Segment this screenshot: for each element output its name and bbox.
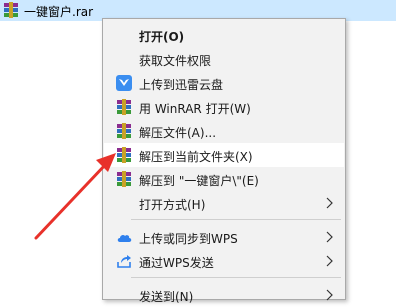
menu-item-extract-here[interactable]: 解压到当前文件夹(X) xyxy=(104,143,344,167)
chevron-right-icon xyxy=(326,289,333,301)
winrar-icon xyxy=(117,123,131,139)
menu-item-open-with[interactable]: 打开方式(H) xyxy=(104,191,344,215)
file-name: 一键窗户.rar xyxy=(24,5,94,19)
menu-item-label: 上传到迅雷云盘 xyxy=(139,78,224,92)
wps-share-icon xyxy=(117,255,131,268)
menu-separator xyxy=(131,277,341,278)
winrar-icon xyxy=(117,99,131,115)
wps-cloud-icon xyxy=(117,234,132,242)
menu-item-send-to[interactable]: 发送到(N) xyxy=(104,283,344,307)
menu-item-label: 获取文件权限 xyxy=(139,54,212,68)
menu-item-open[interactable]: 打开(O) xyxy=(104,23,344,47)
menu-item-take-ownership[interactable]: 获取文件权限 xyxy=(104,47,344,71)
menu-item-label: 发送到(N) xyxy=(139,290,194,304)
xunlei-cloud-icon xyxy=(116,75,132,91)
context-menu: 打开(O) 获取文件权限 上传到迅雷云盘 用 WinRAR 打开(W) 解压文件… xyxy=(102,18,346,304)
menu-item-label: 通过WPS发送 xyxy=(139,256,214,270)
menu-item-label: 解压到当前文件夹(X) xyxy=(139,150,253,164)
menu-item-label: 解压文件(A)... xyxy=(139,126,217,140)
menu-item-send-via-wps[interactable]: 通过WPS发送 xyxy=(104,249,344,273)
winrar-icon xyxy=(117,171,131,187)
menu-item-label: 解压到 "一键窗户\"(E) xyxy=(139,174,259,188)
winrar-icon xyxy=(117,147,131,163)
menu-item-extract-files[interactable]: 解压文件(A)... xyxy=(104,119,344,143)
chevron-right-icon xyxy=(326,255,333,267)
winrar-archive-icon xyxy=(4,2,18,18)
menu-item-label: 打开方式(H) xyxy=(139,198,206,212)
menu-separator xyxy=(131,219,341,220)
menu-item-upload-sync-wps[interactable]: 上传或同步到WPS xyxy=(104,225,344,249)
menu-item-open-with-winrar[interactable]: 用 WinRAR 打开(W) xyxy=(104,95,344,119)
chevron-right-icon xyxy=(326,231,333,243)
chevron-right-icon xyxy=(326,197,333,209)
menu-item-extract-to-folder[interactable]: 解压到 "一键窗户\"(E) xyxy=(104,167,344,191)
menu-item-label: 打开(O) xyxy=(139,30,185,44)
menu-item-label: 上传或同步到WPS xyxy=(139,232,238,246)
menu-item-upload-xunlei[interactable]: 上传到迅雷云盘 xyxy=(104,71,344,95)
menu-item-label: 用 WinRAR 打开(W) xyxy=(139,102,251,116)
